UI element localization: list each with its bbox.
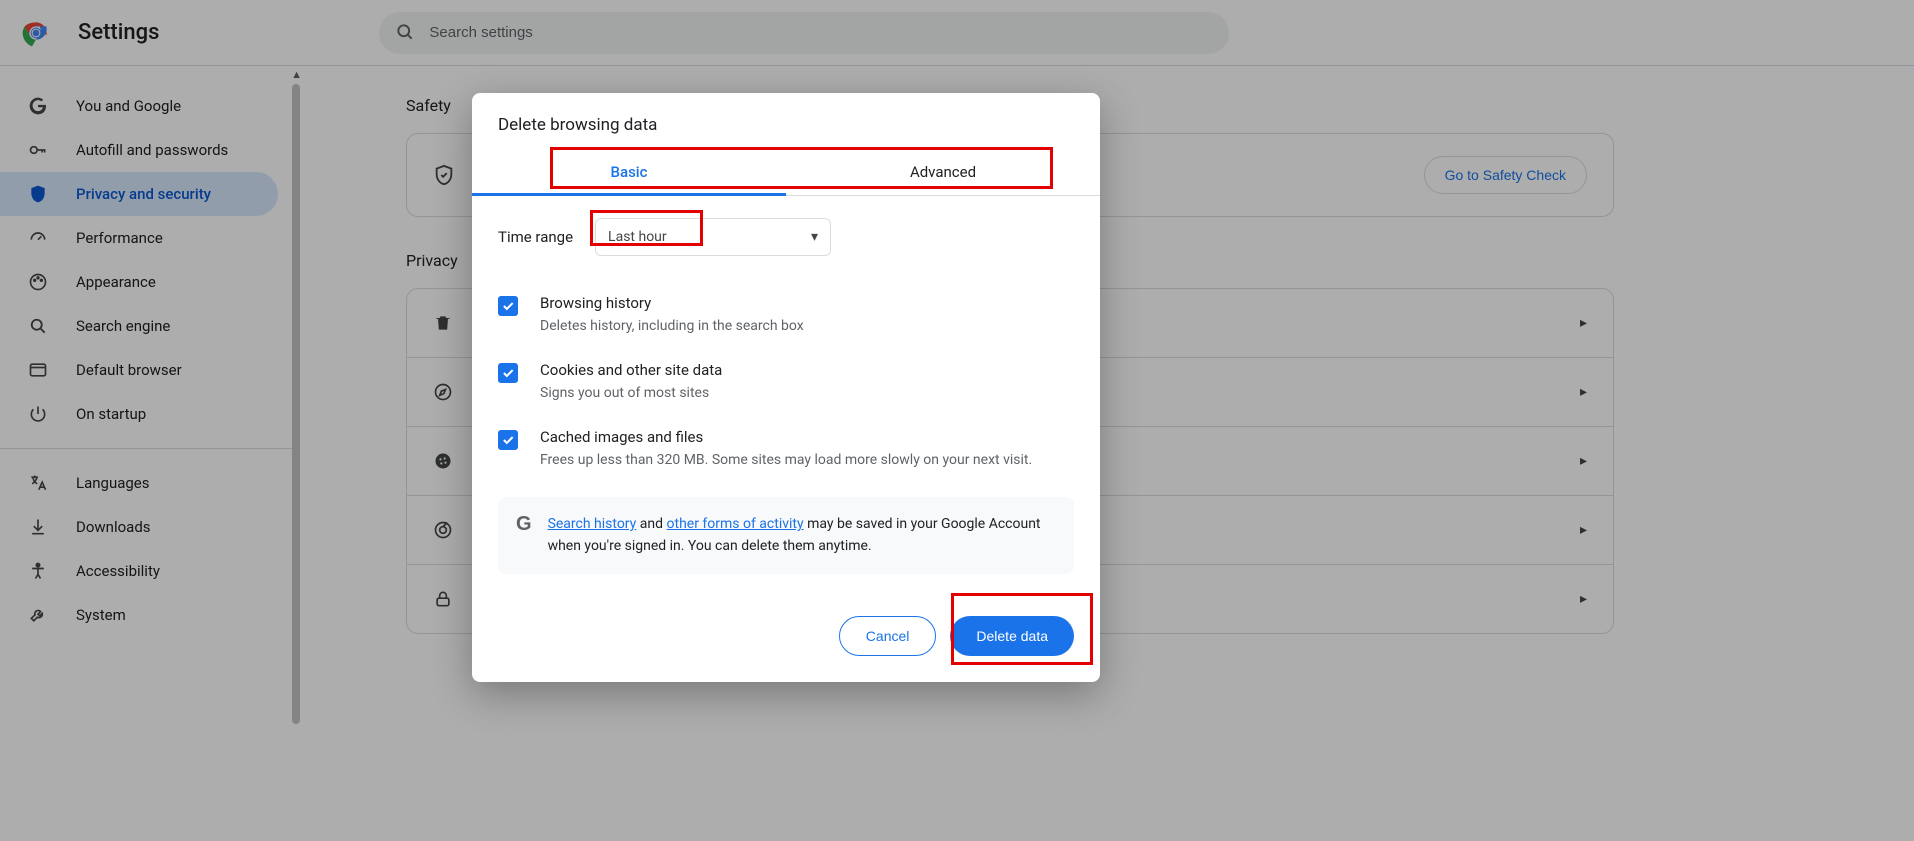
modal-body: Time range Last hour ▾ Browsing history … — [472, 196, 1100, 592]
time-range-dropdown[interactable]: Last hour ▾ — [595, 218, 831, 256]
option-desc: Frees up less than 320 MB. Some sites ma… — [540, 450, 1032, 471]
google-g-icon: G — [516, 513, 532, 558]
modal-footer: Cancel Delete data — [472, 592, 1100, 682]
modal-title: Delete browsing data — [472, 93, 1100, 149]
chevron-down-icon: ▾ — [811, 229, 818, 245]
option-cookies: Cookies and other site data Signs you ou… — [498, 349, 1074, 416]
option-title: Cookies and other site data — [540, 361, 722, 379]
cancel-button[interactable]: Cancel — [839, 616, 937, 656]
option-browsing-history: Browsing history Deletes history, includ… — [498, 282, 1074, 349]
option-title: Cached images and files — [540, 428, 1032, 446]
checkbox-browsing-history[interactable] — [498, 296, 518, 316]
google-account-info: G Search history and other forms of acti… — [498, 497, 1074, 574]
option-desc: Deletes history, including in the search… — [540, 316, 804, 337]
delete-browsing-data-modal: Delete browsing data Basic Advanced Time… — [472, 93, 1100, 682]
option-desc: Signs you out of most sites — [540, 383, 722, 404]
tab-basic[interactable]: Basic — [472, 149, 786, 195]
option-cached: Cached images and files Frees up less th… — [498, 416, 1074, 483]
option-title: Browsing history — [540, 294, 804, 312]
time-range-row: Time range Last hour ▾ — [498, 218, 1074, 256]
delete-data-button[interactable]: Delete data — [950, 616, 1074, 656]
modal-tabs: Basic Advanced — [472, 149, 1100, 196]
time-range-value: Last hour — [608, 229, 667, 245]
checkbox-cookies[interactable] — [498, 363, 518, 383]
tab-advanced[interactable]: Advanced — [786, 149, 1100, 195]
other-activity-link[interactable]: other forms of activity — [667, 516, 804, 532]
search-history-link[interactable]: Search history — [548, 516, 637, 532]
time-range-label: Time range — [498, 228, 573, 246]
info-text: Search history and other forms of activi… — [548, 513, 1056, 558]
checkbox-cached[interactable] — [498, 430, 518, 450]
